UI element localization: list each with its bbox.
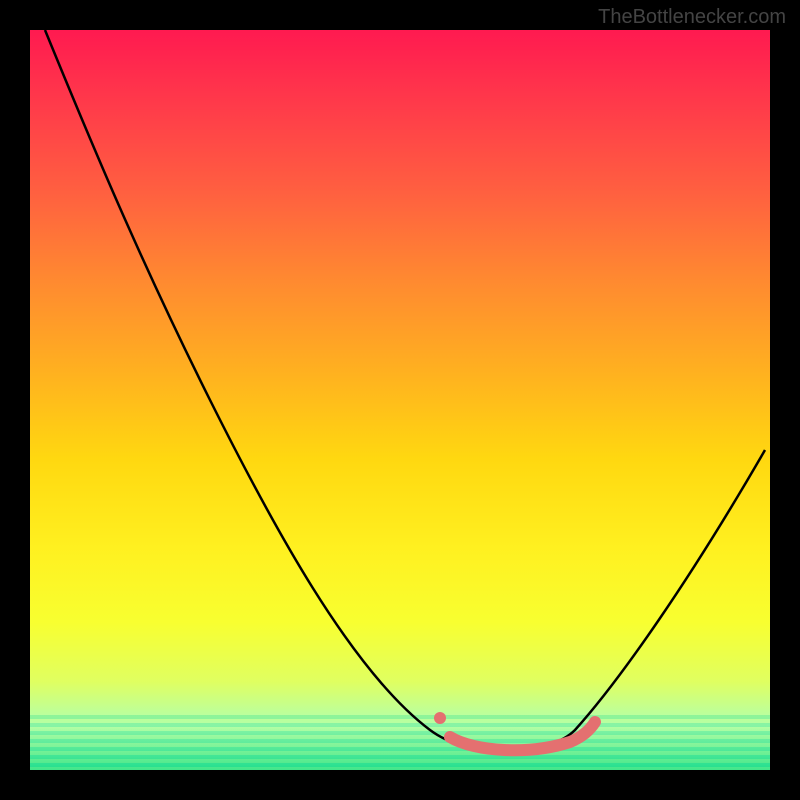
highlight-segment-path	[450, 722, 595, 750]
watermark-text: TheBottlenecker.com	[598, 6, 786, 29]
highlight-dot	[434, 712, 446, 724]
main-curve-path	[45, 30, 765, 750]
chart-container: TheBottlenecker.com	[0, 0, 800, 800]
plot-area	[30, 30, 770, 770]
curve-svg	[30, 30, 770, 770]
